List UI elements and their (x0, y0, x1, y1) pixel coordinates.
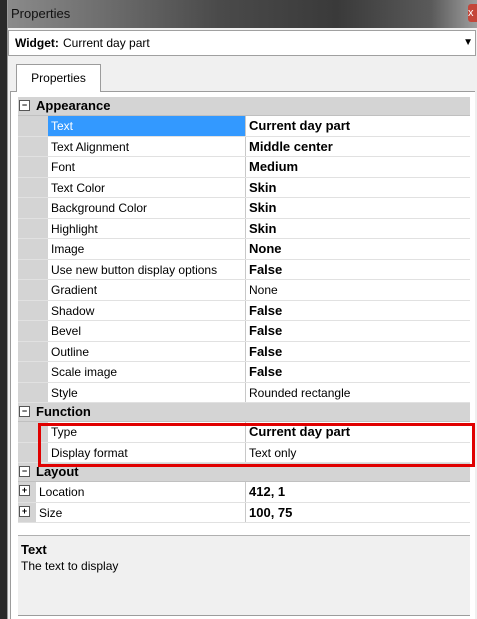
property-name[interactable]: Use new button display options (48, 259, 246, 279)
title-bar[interactable]: Properties x (8, 0, 477, 28)
property-value[interactable]: None (249, 239, 282, 259)
row-gutter (18, 136, 48, 156)
collapse-icon[interactable]: − (19, 406, 30, 417)
property-value[interactable]: False (249, 342, 282, 362)
row-gutter (18, 177, 48, 197)
row-gutter (18, 362, 48, 382)
row-gutter (18, 218, 48, 238)
property-value[interactable]: False (249, 362, 282, 382)
bottom-divider (18, 615, 470, 616)
property-name[interactable]: Gradient (48, 280, 246, 300)
widget-selector[interactable]: Widget: Current day part ▼ (8, 30, 476, 56)
property-row[interactable]: Use new button display options False (18, 259, 470, 280)
property-row[interactable]: Image None (18, 239, 470, 260)
category-function[interactable]: − Function (18, 403, 470, 422)
category-label: Appearance (36, 98, 111, 113)
property-name[interactable]: Highlight (48, 218, 246, 238)
property-name[interactable]: Image (48, 239, 246, 259)
category-appearance[interactable]: − Appearance (18, 97, 470, 116)
tab-properties[interactable]: Properties (16, 64, 101, 92)
property-row[interactable]: Font Medium (18, 157, 470, 178)
property-name[interactable]: Background Color (48, 198, 246, 218)
widget-value: Current day part (63, 36, 150, 50)
property-name[interactable]: Shadow (48, 300, 246, 320)
description-text: The text to display (21, 559, 119, 573)
property-value[interactable]: Rounded rectangle (249, 383, 350, 403)
row-gutter (18, 321, 48, 341)
property-value[interactable]: Medium (249, 157, 298, 177)
category-label: Function (36, 404, 91, 419)
property-name[interactable]: Size (36, 502, 246, 522)
row-gutter (18, 157, 48, 177)
property-value[interactable]: Middle center (249, 137, 333, 157)
row-gutter (18, 280, 48, 300)
property-name[interactable]: Style (48, 382, 246, 402)
property-name[interactable]: Text (48, 116, 246, 136)
property-row[interactable]: Text Current day part (18, 116, 470, 137)
property-value[interactable]: None (249, 280, 278, 300)
property-value[interactable]: 412, 1 (249, 482, 285, 502)
collapse-icon[interactable]: − (19, 466, 30, 477)
property-name[interactable]: Outline (48, 341, 246, 361)
property-row[interactable]: + Location 412, 1 (18, 482, 470, 503)
property-row[interactable]: Bevel False (18, 321, 470, 342)
property-row[interactable]: Highlight Skin (18, 218, 470, 239)
property-value[interactable]: Current day part (249, 116, 350, 136)
property-name[interactable]: Location (36, 482, 246, 502)
description-title: Text (21, 542, 47, 557)
close-icon[interactable]: x (468, 4, 477, 22)
property-name[interactable]: Bevel (48, 321, 246, 341)
property-row[interactable]: Gradient None (18, 280, 470, 301)
property-value[interactable]: Skin (249, 198, 276, 218)
property-row[interactable]: Scale image False (18, 362, 470, 383)
property-name[interactable]: Scale image (48, 362, 246, 382)
expand-icon[interactable]: + (19, 485, 30, 496)
row-gutter (18, 259, 48, 279)
expand-icon[interactable]: + (19, 505, 30, 517)
row-gutter (18, 116, 48, 136)
property-value[interactable]: False (249, 301, 282, 321)
collapse-icon[interactable]: − (19, 100, 30, 111)
property-row[interactable]: + Size 100, 75 (18, 502, 470, 523)
row-gutter (18, 382, 48, 402)
property-row[interactable]: Text Color Skin (18, 177, 470, 198)
row-gutter (18, 239, 48, 259)
property-row[interactable]: Background Color Skin (18, 198, 470, 219)
row-gutter (18, 300, 48, 320)
annotation-highlight-box (38, 423, 475, 467)
property-name[interactable]: Text Color (48, 177, 246, 197)
property-name[interactable]: Text Alignment (48, 136, 246, 156)
property-value[interactable]: Skin (249, 219, 276, 239)
widget-label: Widget: (15, 36, 59, 50)
property-value[interactable]: 100, 75 (249, 503, 292, 523)
property-name[interactable]: Font (48, 157, 246, 177)
property-row[interactable]: Text Alignment Middle center (18, 136, 470, 157)
property-value[interactable]: Skin (249, 178, 276, 198)
row-gutter (18, 341, 48, 361)
property-row[interactable]: Outline False (18, 341, 470, 362)
row-gutter (18, 198, 48, 218)
property-row[interactable]: Shadow False (18, 300, 470, 321)
window-title: Properties (11, 6, 71, 21)
chevron-down-icon[interactable]: ▼ (463, 37, 473, 48)
property-row[interactable]: Style Rounded rectangle (18, 382, 470, 403)
description-pane: Text The text to display (18, 535, 470, 616)
property-value[interactable]: False (249, 321, 282, 341)
property-value[interactable]: False (249, 260, 282, 280)
